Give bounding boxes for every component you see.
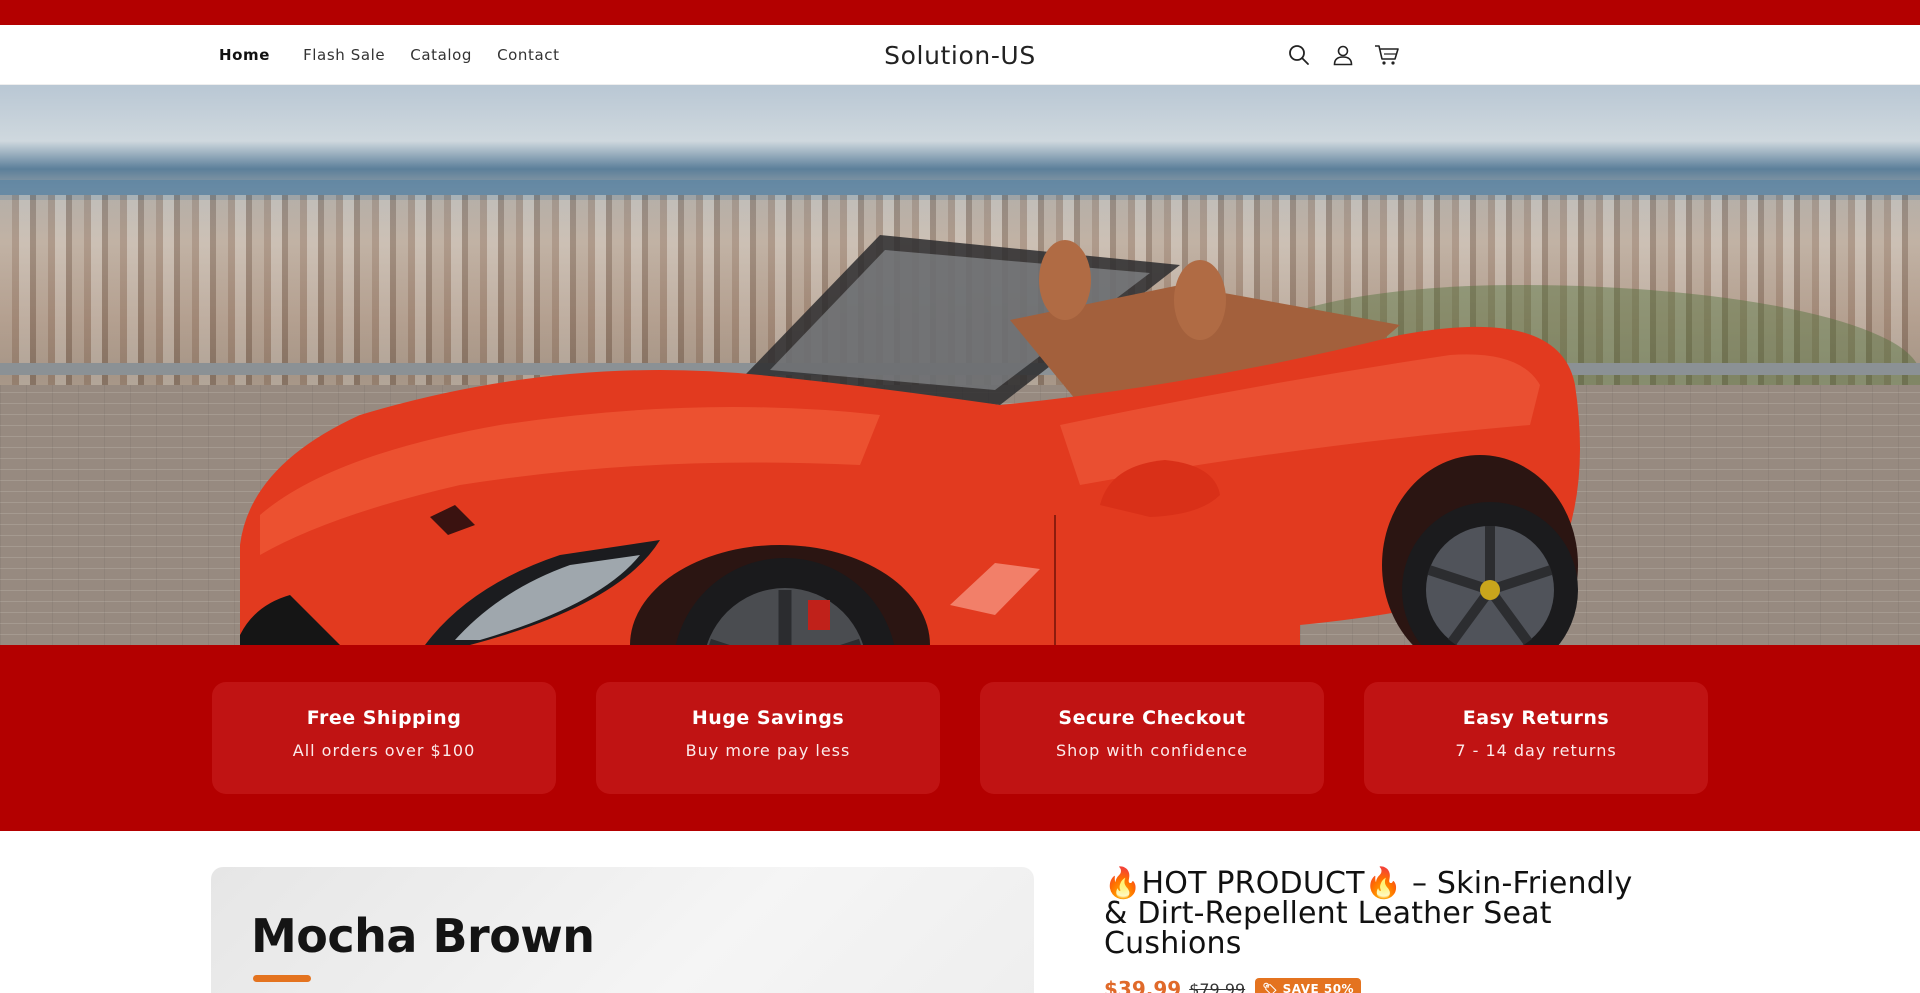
feature-card-checkout: Secure Checkout Shop with confidence: [980, 682, 1324, 794]
product-info: 🔥HOT PRODUCT🔥 – Skin-Friendly & Dirt-Rep…: [1104, 869, 1664, 993]
price-row: $39.99 $79.99 🏷 SAVE 50%: [1104, 977, 1664, 993]
compare-price: $79.99: [1189, 979, 1246, 993]
feature-subtitle: 7 - 14 day returns: [1455, 741, 1617, 760]
media-accent-bar: [253, 975, 311, 982]
feature-subtitle: All orders over $100: [292, 741, 476, 760]
feature-title: Huge Savings: [691, 707, 845, 729]
search-icon[interactable]: [1286, 42, 1312, 68]
feature-title: Secure Checkout: [1058, 707, 1246, 729]
feature-title: Free Shipping: [306, 707, 462, 729]
sale-price: $39.99: [1104, 977, 1182, 993]
hero-car-image: [240, 235, 1580, 645]
hero-banner: [0, 85, 1920, 645]
features-bar: Free Shipping All orders over $100 Huge …: [0, 645, 1920, 831]
save-badge: 🏷 SAVE 50%: [1255, 978, 1362, 993]
feature-card-returns: Easy Returns 7 - 14 day returns: [1364, 682, 1708, 794]
cart-icon[interactable]: [1374, 42, 1400, 68]
feature-subtitle: Shop with confidence: [1056, 741, 1248, 760]
feature-subtitle: Buy more pay less: [685, 741, 851, 760]
site-logo[interactable]: Solution-US: [884, 41, 1036, 70]
nav-home[interactable]: Home: [219, 46, 270, 64]
product-title: 🔥HOT PRODUCT🔥 – Skin-Friendly & Dirt-Rep…: [1104, 866, 1633, 961]
header-icons: [1268, 25, 1400, 85]
feature-card-savings: Huge Savings Buy more pay less: [596, 682, 940, 794]
nav-flash-sale[interactable]: Flash Sale: [303, 46, 385, 64]
nav-catalog[interactable]: Catalog: [410, 46, 472, 64]
nav-contact[interactable]: Contact: [497, 46, 560, 64]
product-section: Mocha Brown 🔥HOT PRODUCT🔥 – Skin-Friendl…: [0, 831, 1920, 993]
feature-card-shipping: Free Shipping All orders over $100: [212, 682, 556, 794]
product-media-title: Mocha Brown: [251, 909, 595, 963]
site-header: Home Flash Sale Catalog Contact Solution…: [0, 25, 1920, 85]
announcement-bar: [0, 0, 1920, 25]
account-icon[interactable]: [1330, 42, 1356, 68]
main-nav: Home Flash Sale Catalog Contact: [219, 25, 585, 85]
product-media[interactable]: Mocha Brown: [211, 867, 1034, 993]
feature-title: Easy Returns: [1462, 707, 1610, 729]
